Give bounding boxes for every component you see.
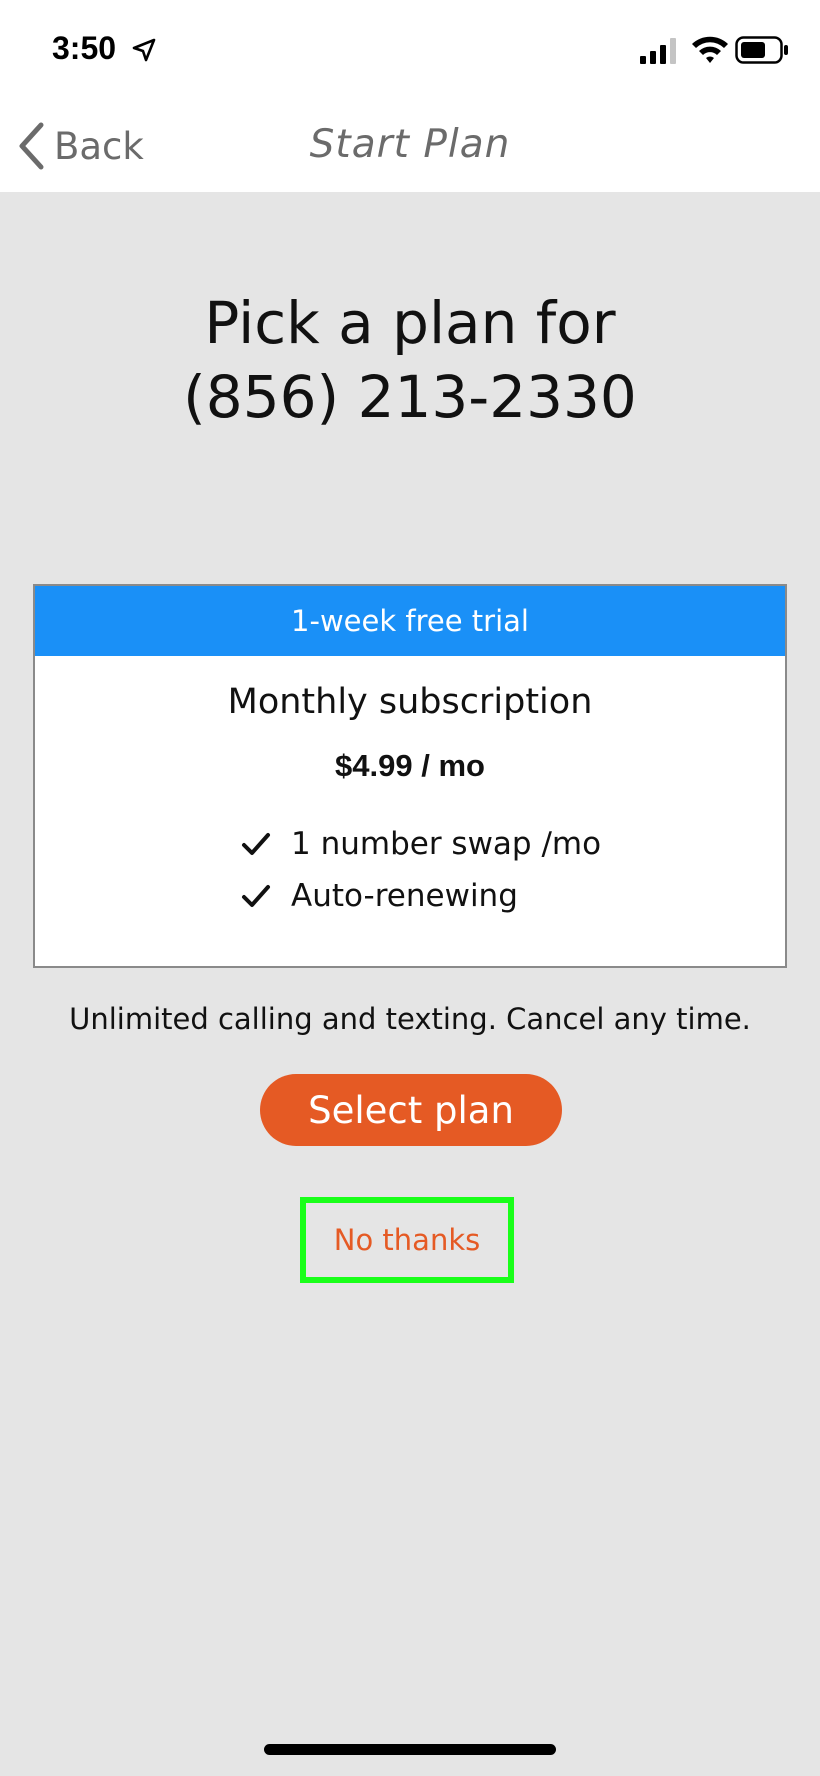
feature-label: Auto-renewing	[291, 878, 518, 914]
battery-icon	[735, 36, 788, 64]
feature-label: 1 number swap /mo	[291, 826, 602, 862]
phone-number: (856) 213-2330	[183, 363, 637, 431]
status-time: 3:50	[52, 30, 117, 66]
heading-line-1: Pick a plan for	[204, 289, 616, 357]
select-plan-button[interactable]: Select plan	[260, 1074, 562, 1146]
home-indicator	[264, 1744, 556, 1755]
cellular-signal-icon	[640, 38, 676, 64]
feature-list: 1 number swap /mo Auto-renewing	[241, 818, 601, 922]
no-thanks-button[interactable]: No thanks	[300, 1197, 514, 1283]
page-title: Start Plan	[309, 122, 511, 167]
feature-item: Auto-renewing	[241, 870, 601, 922]
info-text: Unlimited calling and texting. Cancel an…	[69, 1002, 751, 1036]
location-arrow-icon	[132, 38, 156, 62]
plan-heading: Pick a plan for (856) 213-2330	[0, 286, 820, 434]
plan-price: $4.99 / mo	[335, 748, 485, 783]
plan-name: Monthly subscription	[227, 682, 593, 722]
checkmark-icon	[242, 833, 270, 855]
status-bar: 3:50	[0, 0, 820, 100]
checkmark-icon	[242, 885, 270, 907]
trial-banner: 1-week free trial	[35, 586, 785, 656]
feature-item: 1 number swap /mo	[241, 818, 601, 870]
navigation-bar: Back Start Plan	[0, 100, 820, 192]
wifi-icon	[692, 36, 728, 63]
plan-card[interactable]: 1-week free trial Monthly subscription $…	[33, 584, 787, 968]
